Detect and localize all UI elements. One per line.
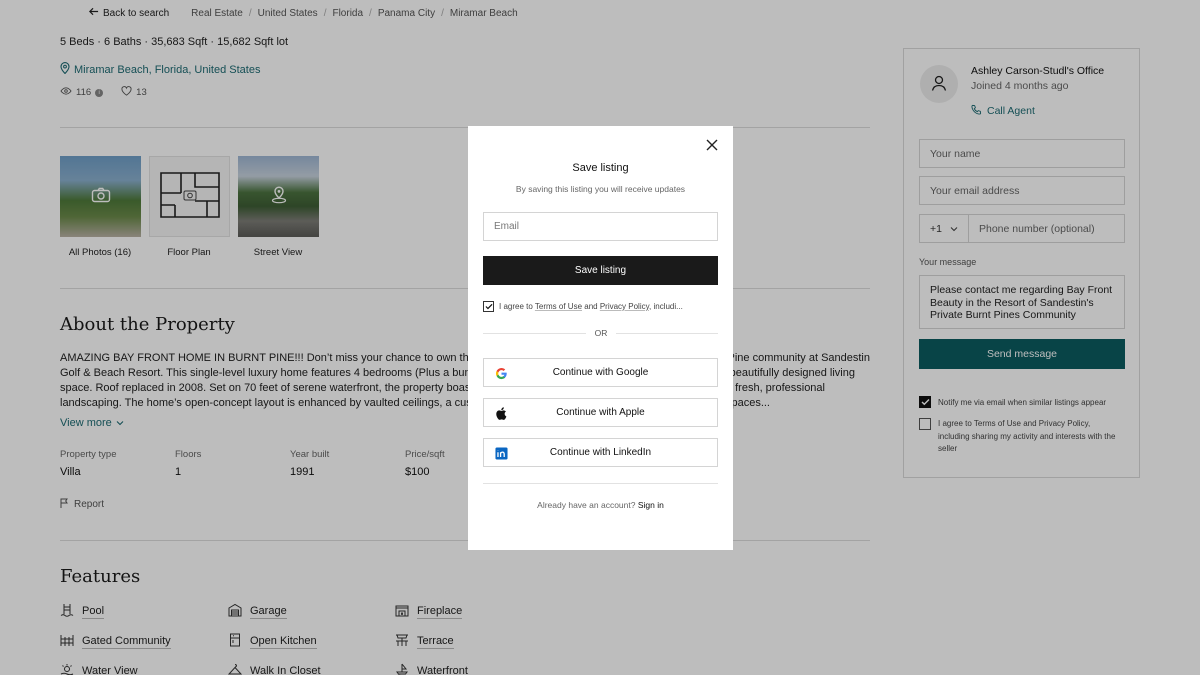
email-input-placeholder: Email	[494, 221, 520, 232]
modal-subtitle: By saving this listing you will receive …	[515, 184, 686, 194]
privacy-policy-link[interactable]: Privacy Policy	[600, 302, 649, 311]
sign-in-link[interactable]: Sign in	[638, 500, 664, 510]
modal-terms-text: I agree to Terms of Use and Privacy Poli…	[499, 302, 683, 311]
email-input[interactable]: Email	[483, 212, 718, 241]
linkedin-icon	[494, 446, 508, 460]
divider	[483, 483, 718, 484]
save-listing-modal: Save listing By saving this listing you …	[468, 126, 733, 550]
continue-with-google-button[interactable]: Continue with Google	[483, 358, 718, 387]
close-icon	[705, 139, 719, 155]
continue-with-apple-button[interactable]: Continue with Apple	[483, 398, 718, 427]
google-icon	[494, 366, 508, 380]
sign-in-prefix: Already have an account?	[537, 500, 638, 510]
sign-in-prompt: Already have an account? Sign in	[468, 500, 733, 510]
close-button[interactable]	[705, 138, 719, 152]
listing-page: Back to search Real Estate / United Stat…	[0, 0, 1200, 675]
modal-terms-checkbox[interactable]	[483, 301, 494, 312]
apple-icon	[494, 406, 508, 420]
apple-label: Continue with Apple	[556, 407, 645, 418]
terms-prefix: I agree to	[499, 302, 535, 311]
save-listing-button[interactable]: Save listing	[483, 256, 718, 285]
terms-of-use-link[interactable]: Terms of Use	[535, 302, 582, 311]
linkedin-label: Continue with LinkedIn	[549, 447, 652, 458]
modal-terms-option: I agree to Terms of Use and Privacy Poli…	[483, 301, 683, 312]
google-label: Continue with Google	[552, 367, 649, 378]
terms-suffix: , includi...	[649, 302, 683, 311]
terms-and: and	[582, 302, 600, 311]
modal-title: Save listing	[572, 162, 629, 174]
continue-with-linkedin-button[interactable]: Continue with LinkedIn	[483, 438, 718, 467]
or-separator: OR	[586, 328, 616, 338]
